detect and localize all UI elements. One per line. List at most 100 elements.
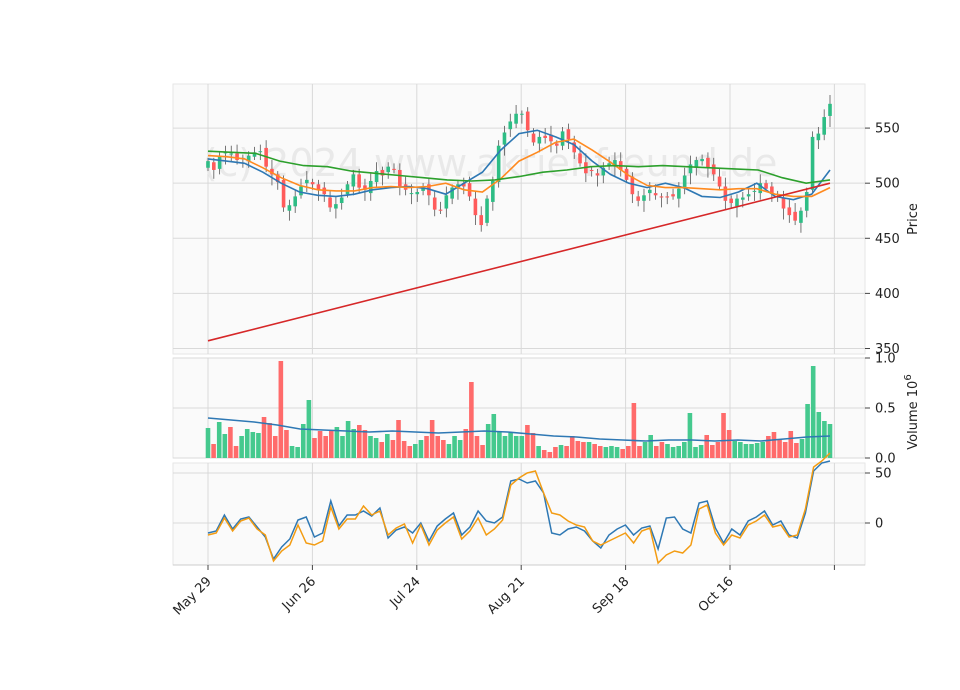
volume-bar: [760, 442, 766, 458]
volume-bar: [732, 441, 738, 458]
candle-body: [787, 207, 792, 216]
volume-bar: [682, 442, 687, 458]
volume-bar: [435, 436, 441, 458]
candle-body: [520, 113, 524, 115]
volume-bar: [474, 436, 480, 458]
volume-bar: [766, 436, 771, 458]
volume-y-axis-label: Volume 106: [903, 374, 921, 449]
volume-bar: [272, 436, 278, 458]
volume-bar: [502, 436, 508, 458]
candle-body: [235, 153, 239, 161]
candle-body: [229, 153, 234, 155]
volume-bar: [362, 430, 368, 458]
x-tick-label: Oct 16: [696, 574, 737, 615]
candle-body: [764, 183, 768, 189]
candle-body: [339, 197, 344, 204]
volume-bar: [642, 442, 648, 458]
candle-body: [479, 215, 484, 226]
volume-bar: [726, 430, 732, 458]
candle-body: [741, 197, 745, 200]
price-tick-label: 550: [875, 122, 900, 137]
volume-bar: [491, 414, 497, 458]
volume-bar: [216, 422, 222, 458]
x-axis: May 29 Jun 26 Jul 24 Aug 21 Sep 18 Oct 16: [171, 564, 865, 618]
volume-bar: [794, 443, 799, 458]
volume-bar: [581, 442, 586, 458]
candle-body: [473, 198, 478, 216]
oscillator-tick-label: 0: [875, 517, 883, 532]
volume-bar: [710, 445, 715, 458]
volume-bar: [328, 431, 334, 458]
candle-body: [415, 192, 420, 195]
candle-body: [392, 168, 396, 170]
volume-bar: [233, 446, 239, 458]
candle-body: [554, 143, 559, 146]
volume-bar: [547, 452, 553, 458]
volume-bar: [777, 440, 782, 458]
candle-body: [287, 205, 292, 211]
x-tick-label: Sep 18: [590, 574, 633, 617]
volume-bar: [379, 442, 385, 458]
volume-bar: [356, 425, 362, 458]
volume-bar: [754, 443, 760, 458]
volume-bar: [715, 442, 721, 458]
candle-body: [729, 198, 733, 204]
volume-panel: 0.0 0.5 1.0 Volume 106: [172, 352, 921, 467]
x-tick-label: May 29: [171, 574, 215, 618]
volume-bar: [676, 446, 682, 458]
volume-bar: [536, 446, 541, 458]
volume-bar: [441, 440, 446, 458]
candle-body: [258, 151, 263, 153]
candle-body: [357, 174, 361, 188]
candle-body: [409, 193, 414, 195]
volume-bar: [340, 436, 345, 458]
candle-body: [351, 174, 356, 187]
candle-body: [502, 132, 507, 145]
x-tick-label: Jul 24: [387, 574, 424, 611]
volume-tick-label: 0.5: [875, 402, 896, 417]
volume-label-text: Volume 10: [906, 381, 921, 450]
volume-bar: [418, 440, 424, 458]
volume-bar: [687, 413, 693, 458]
candle-body: [706, 157, 710, 168]
volume-bar: [738, 442, 743, 458]
candle-body: [711, 164, 716, 175]
volume-bar: [228, 427, 233, 458]
volume-bar: [345, 421, 351, 458]
candle-body: [752, 190, 757, 192]
candle-body: [310, 182, 315, 185]
candle-body: [642, 195, 646, 201]
volume-bar: [413, 444, 418, 458]
candle-body: [305, 179, 309, 184]
candle-body: [206, 161, 210, 168]
volume-bar: [390, 440, 396, 458]
volume-bar: [530, 433, 536, 458]
candle-body: [485, 198, 489, 223]
volume-bar: [396, 420, 401, 458]
volume-bar: [805, 404, 810, 458]
volume-bar: [267, 423, 272, 458]
volume-bar: [749, 444, 754, 458]
candle-body: [508, 121, 513, 130]
volume-bar: [631, 403, 637, 458]
volume-bar: [541, 450, 547, 458]
volume-bar: [452, 436, 457, 458]
candle-body: [630, 176, 635, 195]
volume-bar: [743, 444, 749, 458]
candle-body: [828, 103, 832, 116]
volume-bar: [446, 444, 452, 458]
candle-body: [514, 113, 518, 124]
candle-body: [659, 196, 664, 198]
volume-bar: [609, 446, 614, 458]
candle-body: [444, 195, 449, 209]
volume-bar: [485, 424, 491, 458]
candle-body: [816, 133, 821, 141]
volume-bar: [659, 442, 665, 458]
candle-body: [386, 166, 391, 173]
candle-body: [822, 117, 826, 135]
volume-bar: [653, 446, 659, 458]
volume-bar: [424, 436, 429, 458]
volume-bar: [648, 435, 653, 458]
volume-bar: [244, 429, 250, 458]
candle-body: [537, 136, 542, 144]
